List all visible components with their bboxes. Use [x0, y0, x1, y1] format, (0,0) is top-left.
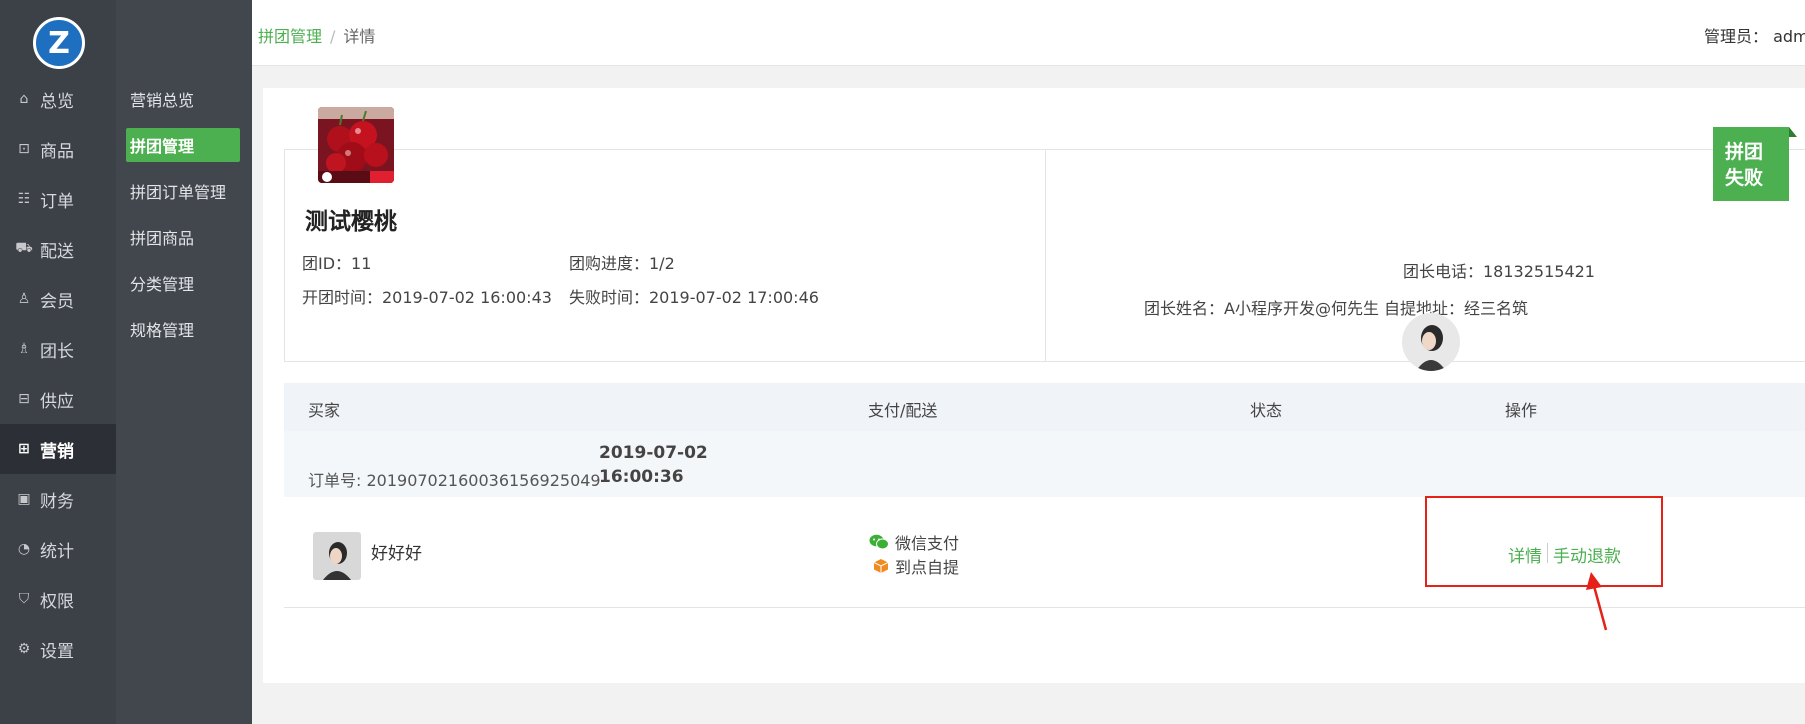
product-image [318, 107, 394, 183]
sidebar-item-supply[interactable]: ⊟ 供应 [0, 374, 116, 424]
group-status-tag: 拼团 失败 [1713, 127, 1797, 201]
sidebar-item-label: 设置 [40, 641, 74, 662]
sidebar-item-home[interactable]: ⌂ 总览 [0, 74, 116, 124]
sidebar-item-gift[interactable]: ⊞ 营销 [0, 424, 116, 474]
gift-icon: ⊞ [18, 441, 30, 457]
order-icon: ☷ [17, 191, 31, 207]
column-header-buyer: 买家 [308, 401, 341, 420]
group-id: 团ID：11 [302, 254, 372, 273]
delivery-method-text: 到点自提 [895, 558, 960, 577]
delivery-icon: ⛟ [15, 240, 33, 256]
column-header-actions: 操作 [1505, 401, 1538, 420]
supply-icon: ⊟ [18, 391, 30, 407]
sidebar-item-label: 权限 [40, 591, 74, 612]
sidebar-item-label: 总览 [40, 91, 74, 112]
order-date: 2019-07-02 [599, 443, 708, 463]
sidebar-item-label: 财务 [40, 491, 74, 512]
leader-avatar [1402, 313, 1460, 371]
leader-phone: 团长电话：18132515421 [1403, 262, 1595, 281]
sidebar-item-label: 统计 [40, 541, 74, 562]
sidebar-item-member[interactable]: ♙ 会员 [0, 274, 116, 324]
package-icon [873, 558, 889, 574]
sidebar-item-label: 会员 [40, 291, 74, 312]
order-header-row: 2019-07-02 订单号: 20190702160036156925049 … [284, 431, 1805, 497]
shop-icon: ⊡ [18, 141, 30, 157]
leader-info: 团长姓名：A小程序开发@何先生 自提地址：经三名筑 [1144, 299, 1529, 318]
delivery-method: 到点自提 [873, 554, 959, 578]
app-logo[interactable]: Z [33, 17, 85, 69]
sidebar-item-finance[interactable]: ▣ 财务 [0, 474, 116, 524]
info-divider [1045, 150, 1046, 361]
sidebar-item-label: 配送 [40, 241, 74, 262]
sidebar-item-label: 营销 [40, 441, 74, 462]
subnav-item-4[interactable]: 分类管理 [126, 266, 240, 300]
status-line-2: 失败 [1725, 167, 1764, 189]
breadcrumb-separator: / [330, 27, 336, 46]
sidebar-item-label: 团长 [40, 341, 74, 362]
primary-sidebar: Z ⌂ 总览 ⊡ 商品 ☷ 订单 ⛟ 配送 ♙ 会员 ♗ 团长 ⊟ 供应 ⊞ 营销 ▣ 财务 ◔ 统计 ⛉ 权限 ⚙ 设置 [0, 0, 116, 724]
secondary-sidebar: 营销总览拼团管理拼团订单管理 拼团商品分类管理规格管理 [116, 0, 252, 724]
group-fail-time: 失败时间：2019-07-02 17:00:46 [569, 288, 819, 307]
leader-icon: ♗ [17, 341, 31, 357]
order-number-text: 订单号: 20190702160036156925049 [308, 471, 601, 490]
sidebar-item-gear[interactable]: ⚙ 设置 [0, 624, 116, 674]
order-time: 16:00:36 [599, 467, 684, 487]
subnav-item-1[interactable]: 拼团管理 [126, 128, 240, 162]
breadcrumb: 拼团管理 / 详情 [258, 23, 375, 47]
sidebar-item-label: 供应 [40, 391, 74, 412]
gear-icon: ⚙ [17, 641, 31, 657]
product-title: 测试樱桃 [305, 209, 397, 235]
breadcrumb-parent-link[interactable]: 拼团管理 [258, 27, 322, 46]
payment-method: 微信支付 [869, 530, 959, 554]
group-progress: 团购进度：1/2 [569, 254, 675, 273]
sidebar-item-order[interactable]: ☷ 订单 [0, 174, 116, 224]
subnav-item-0[interactable]: 营销总览 [126, 82, 240, 116]
sidebar-item-label: 商品 [40, 141, 74, 162]
buyer-name: 好好好 [371, 544, 422, 564]
subnav-item-3[interactable]: 拼团商品 [126, 220, 240, 254]
stats-icon: ◔ [17, 541, 31, 557]
order-number: 订单号: 20190702160036156925049 [308, 467, 601, 491]
orders-table-header: 买家 支付/配送 状态 操作 [284, 383, 1805, 431]
subnav-item-5[interactable]: 规格管理 [126, 312, 240, 346]
sidebar-item-delivery[interactable]: ⛟ 配送 [0, 224, 116, 274]
group-info-box: 测试樱桃 团ID：11 团购进度：1/2 开团时间：2019-07-02 16:… [284, 149, 1805, 362]
wechat-pay-icon [869, 534, 889, 550]
home-icon: ⌂ [19, 91, 29, 107]
payment-method-text: 微信支付 [895, 534, 960, 553]
sidebar-item-shield[interactable]: ⛉ 权限 [0, 574, 116, 624]
column-header-payment: 支付/配送 [868, 401, 938, 420]
admin-user-label[interactable]: 管理员： adm [1704, 23, 1805, 47]
buyer-avatar [313, 532, 361, 580]
sidebar-item-stats[interactable]: ◔ 统计 [0, 524, 116, 574]
annotation-highlight-box [1425, 496, 1663, 587]
top-header: 拼团管理 / 详情 管理员： adm [252, 0, 1805, 66]
column-header-status: 状态 [1250, 401, 1283, 420]
sidebar-item-shop[interactable]: ⊡ 商品 [0, 124, 116, 174]
sidebar-item-label: 订单 [40, 191, 74, 212]
breadcrumb-current: 详情 [343, 27, 376, 46]
group-open-time: 开团时间：2019-07-02 16:00:43 [302, 288, 552, 307]
status-line-1: 拼团 [1725, 141, 1764, 163]
shield-icon: ⛉ [18, 591, 30, 607]
member-icon: ♙ [17, 291, 31, 307]
subnav-item-2[interactable]: 拼团订单管理 [126, 174, 240, 208]
finance-icon: ▣ [17, 491, 31, 507]
sidebar-item-leader[interactable]: ♗ 团长 [0, 324, 116, 374]
